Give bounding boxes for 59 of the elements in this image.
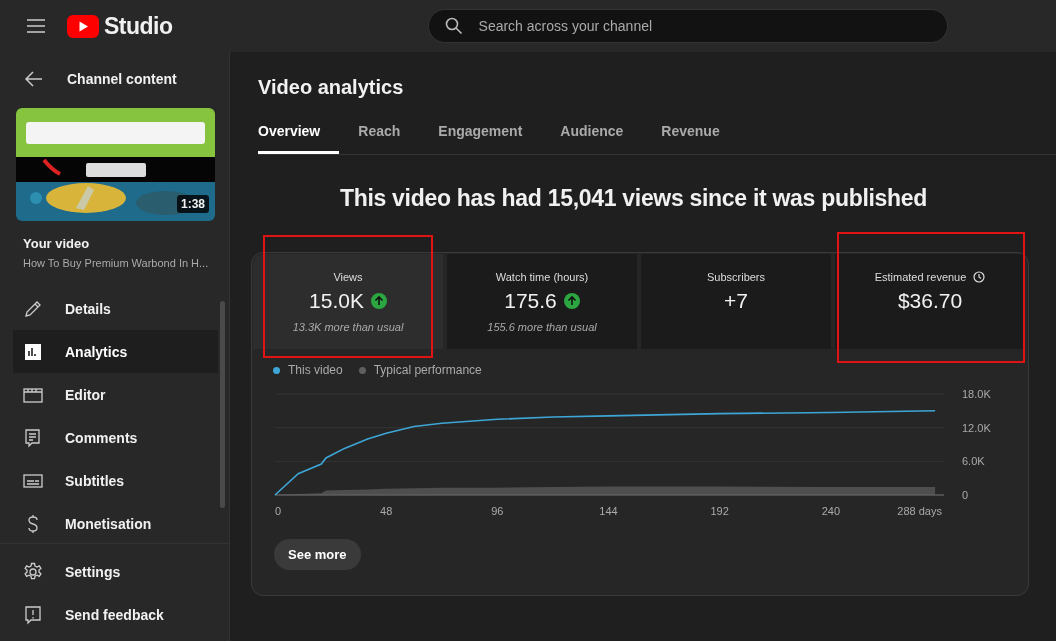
stat-label: Estimated revenue <box>874 271 967 283</box>
duration-badge: 1:38 <box>176 195 209 213</box>
play-logo-icon <box>67 14 99 38</box>
stat-note: 155.6 more than usual <box>487 321 597 333</box>
page-title: Video analytics <box>258 76 405 99</box>
search-icon[interactable] <box>444 17 463 35</box>
nav-item[interactable]: Send feedback <box>13 593 218 636</box>
nav-item[interactable]: Details <box>13 287 218 330</box>
video-title: How To Buy Premium Warbond In H... <box>23 257 210 269</box>
tab[interactable]: Revenue <box>642 123 739 154</box>
tab[interactable]: Overview <box>258 123 340 154</box>
x-tick-label: 96 <box>491 505 504 517</box>
feedback-icon <box>23 604 43 625</box>
legend-label: This video <box>288 363 343 377</box>
nav-item[interactable]: Editor <box>13 373 218 416</box>
x-tick-label: 288 days <box>897 505 942 517</box>
stat-value: $36.70 <box>897 289 963 313</box>
tab[interactable]: Reach <box>339 123 420 154</box>
nav-item[interactable]: Settings <box>13 550 218 593</box>
x-tick-label: 192 <box>710 505 729 517</box>
stat-tile[interactable]: Subscribers +7 <box>641 254 831 349</box>
stat-label: Watch time (hours) <box>495 271 589 283</box>
nav-item[interactable]: Comments <box>13 416 218 459</box>
tab[interactable]: Audience <box>541 123 643 154</box>
nav-item[interactable]: Analytics <box>13 330 218 373</box>
stat-tile[interactable]: Watch time (hours) 175.6 155.6 more than usual <box>447 254 637 349</box>
menu-icon[interactable] <box>27 19 45 33</box>
stat-value: 175.6 <box>504 289 557 313</box>
search-field[interactable]: Search across your channel <box>476 17 931 35</box>
stat-value: +7 <box>724 289 748 313</box>
comments-icon <box>23 427 43 448</box>
x-tick-label: 144 <box>599 505 618 517</box>
video-heading: Your video <box>23 236 91 251</box>
see-more-button[interactable]: See more <box>274 539 361 570</box>
nav-item[interactable]: Monetisation <box>13 502 218 545</box>
section-title: Channel content <box>67 71 177 87</box>
nav-item[interactable]: Subtitles <box>13 459 218 502</box>
stat-label: Subscribers <box>706 271 766 283</box>
stat-label: Views <box>333 271 363 283</box>
y-tick-label: 6.0K <box>962 455 985 468</box>
x-tick-label: 240 <box>821 505 840 517</box>
stat-value: 15.0K <box>309 289 364 313</box>
x-tick-label: 0 <box>275 505 282 517</box>
y-tick-label: 12.0K <box>962 421 991 434</box>
headline: This video has had 15,041 views since it was published <box>338 185 929 212</box>
analytics-icon <box>23 341 43 362</box>
legend-label: Typical performance <box>373 363 482 377</box>
y-tick-label: 0 <box>962 489 969 501</box>
stat-tile[interactable]: Views 15.0K 13.3K more than usual <box>253 254 443 349</box>
settings-icon <box>23 561 43 582</box>
stat-tile[interactable]: Estimated revenue $36.70 <box>835 254 1025 349</box>
search-bar[interactable]: Search across your channel <box>427 9 948 43</box>
stat-note: 13.3K more than usual <box>292 321 404 333</box>
x-tick-label: 48 <box>380 505 393 517</box>
y-tick-label: 18.0K <box>962 388 991 400</box>
scrollbar[interactable] <box>220 301 225 508</box>
tab[interactable]: Engagement <box>419 123 542 154</box>
logo-text: Studio <box>104 12 173 40</box>
back-arrow-icon[interactable] <box>25 71 43 87</box>
